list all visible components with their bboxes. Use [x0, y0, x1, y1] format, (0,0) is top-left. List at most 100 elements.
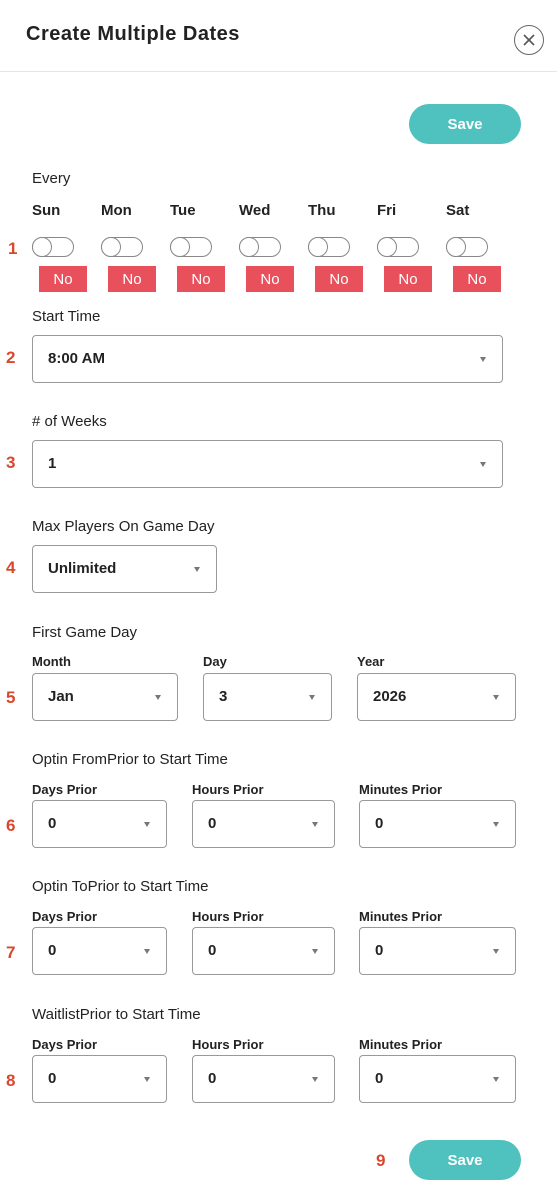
optin-to-minutes-select[interactable]: 0 — [359, 927, 516, 975]
optin-to-days-select[interactable]: 0 — [32, 927, 167, 975]
day-name-wed: Wed — [239, 202, 271, 219]
start-time-select[interactable]: 8:00 AM — [32, 335, 503, 383]
start-time-value: 8:00 AM — [48, 350, 105, 367]
waitlist-days-select[interactable]: 0 — [32, 1055, 167, 1103]
annotation-8: 8 — [6, 1071, 16, 1090]
month-label: Month — [32, 654, 71, 669]
chevron-down-icon — [194, 567, 200, 572]
optin-from-hours-label: Hours Prior — [192, 782, 264, 797]
toggle-knob — [377, 237, 397, 257]
day-select[interactable]: 3 — [203, 673, 332, 721]
toggle-thu[interactable] — [308, 237, 350, 257]
chevron-down-icon — [312, 949, 318, 954]
toggle-sun[interactable] — [32, 237, 74, 257]
annotation-1: 1 — [8, 239, 18, 258]
optin-to-days-label: Days Prior — [32, 909, 98, 924]
dialog-title: Create Multiple Dates — [26, 23, 240, 45]
optin-from-minutes-select[interactable]: 0 — [359, 800, 516, 848]
toggle-knob — [446, 237, 466, 257]
annotation-4: 4 — [6, 558, 16, 577]
status-badge-tue: No — [177, 266, 225, 292]
optin-to-hours-select[interactable]: 0 — [192, 927, 335, 975]
annotation-2: 2 — [6, 348, 16, 367]
day-name-tue: Tue — [170, 202, 196, 219]
day-label: Day — [203, 654, 227, 669]
chevron-down-icon — [309, 695, 315, 700]
day-name-mon: Mon — [101, 202, 132, 219]
optin-to-minutes-value: 0 — [375, 942, 384, 959]
toggle-sat[interactable] — [446, 237, 488, 257]
max-players-label: Max Players On Game Day — [32, 518, 215, 535]
optin-from-days-select[interactable]: 0 — [32, 800, 167, 848]
day-name-sun: Sun — [32, 202, 61, 219]
optin-to-label: Optin ToPrior to Start Time — [32, 878, 209, 895]
waitlist-hours-value: 0 — [208, 1070, 217, 1087]
optin-from-days-value: 0 — [48, 815, 57, 832]
waitlist-minutes-select[interactable]: 0 — [359, 1055, 516, 1103]
optin-to-minutes-label: Minutes Prior — [359, 909, 443, 924]
month-select[interactable]: Jan — [32, 673, 178, 721]
optin-from-minutes-label: Minutes Prior — [359, 782, 443, 797]
first-game-day-label: First Game Day — [32, 624, 138, 641]
year-label: Year — [357, 654, 385, 669]
year-value: 2026 — [373, 688, 407, 705]
waitlist-days-value: 0 — [48, 1070, 57, 1087]
waitlist-hours-select[interactable]: 0 — [192, 1055, 335, 1103]
toggle-tue[interactable] — [170, 237, 212, 257]
toggle-wed[interactable] — [239, 237, 281, 257]
optin-to-days-value: 0 — [48, 942, 57, 959]
chevron-down-icon — [493, 1077, 499, 1082]
weeks-select[interactable]: 1 — [32, 440, 503, 488]
weeks-label: # of Weeks — [32, 413, 107, 430]
chevron-down-icon — [493, 695, 499, 700]
status-badge-sat: No — [453, 266, 501, 292]
optin-from-label: Optin FromPrior to Start Time — [32, 751, 228, 768]
optin-from-hours-select[interactable]: 0 — [192, 800, 335, 848]
chevron-down-icon — [312, 822, 318, 827]
month-value: Jan — [48, 688, 74, 705]
optin-from-days-label: Days Prior — [32, 782, 98, 797]
optin-to-hours-value: 0 — [208, 942, 217, 959]
chevron-down-icon — [312, 1077, 318, 1082]
toggle-fri[interactable] — [377, 237, 419, 257]
annotation-3: 3 — [6, 453, 16, 472]
annotation-5: 5 — [6, 688, 16, 707]
toggle-knob — [170, 237, 190, 257]
status-badge-mon: No — [108, 266, 156, 292]
chevron-down-icon — [144, 949, 150, 954]
start-time-label: Start Time — [32, 308, 101, 325]
optin-from-minutes-value: 0 — [375, 815, 384, 832]
toggle-knob — [32, 237, 52, 257]
annotation-6: 6 — [6, 816, 16, 835]
save-button-top[interactable]: Save — [409, 104, 521, 144]
optin-to-hours-label: Hours Prior — [192, 909, 264, 924]
close-circle-icon — [523, 34, 535, 46]
annotation-7: 7 — [6, 943, 16, 962]
day-name-sat: Sat — [446, 202, 470, 219]
chevron-down-icon — [155, 695, 161, 700]
toggle-knob — [308, 237, 328, 257]
weeks-value: 1 — [48, 455, 57, 472]
every-label: Every — [32, 170, 71, 187]
optin-from-hours-value: 0 — [208, 815, 217, 832]
close-button[interactable] — [514, 25, 544, 55]
chevron-down-icon — [480, 357, 486, 362]
toggle-knob — [239, 237, 259, 257]
toggle-knob — [101, 237, 121, 257]
max-players-value: Unlimited — [48, 560, 117, 577]
max-players-select[interactable]: Unlimited — [32, 545, 217, 593]
year-select[interactable]: 2026 — [357, 673, 516, 721]
status-badge-fri: No — [384, 266, 432, 292]
day-value: 3 — [219, 688, 228, 705]
annotation-9: 9 — [376, 1151, 386, 1170]
chevron-down-icon — [144, 822, 150, 827]
chevron-down-icon — [480, 462, 486, 467]
toggle-mon[interactable] — [101, 237, 143, 257]
save-button-bottom[interactable]: Save — [409, 1140, 521, 1180]
chevron-down-icon — [493, 949, 499, 954]
day-name-fri: Fri — [377, 202, 397, 219]
waitlist-minutes-value: 0 — [375, 1070, 384, 1087]
waitlist-minutes-label: Minutes Prior — [359, 1037, 443, 1052]
waitlist-days-label: Days Prior — [32, 1037, 98, 1052]
chevron-down-icon — [144, 1077, 150, 1082]
